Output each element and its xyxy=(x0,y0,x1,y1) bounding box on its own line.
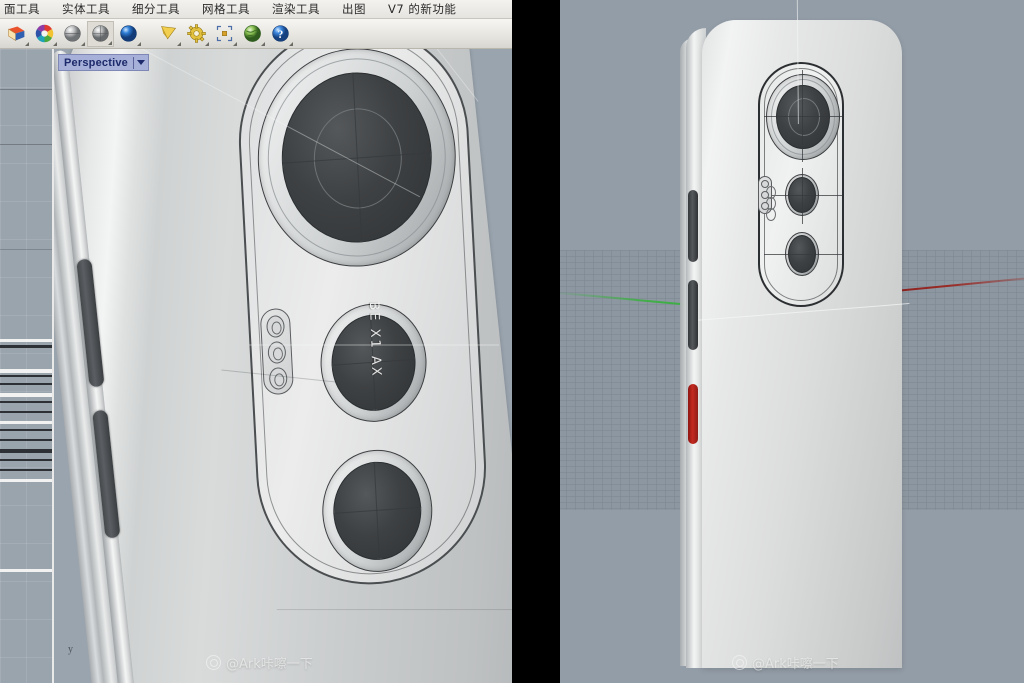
flyout-corner xyxy=(261,41,265,46)
camera-island xyxy=(233,49,492,593)
color-wheel-icon-button[interactable] xyxy=(31,21,58,47)
menu-item-surface-tools[interactable]: 面工具 xyxy=(2,1,51,18)
help-icon: ? xyxy=(272,25,289,42)
sensor-dot-1 xyxy=(265,314,286,339)
r-sensor-dot-strip xyxy=(758,176,776,221)
flyout-corner xyxy=(233,41,237,46)
bounding-box-icon-button[interactable] xyxy=(211,21,238,47)
secondary-viewport[interactable] xyxy=(0,49,52,683)
engraved-brand-text: BE X1 AX xyxy=(365,301,384,378)
sensor-dot-strip xyxy=(259,307,295,396)
r-volume-up-button xyxy=(688,190,698,262)
camera-island-right xyxy=(758,62,844,307)
axis-marker-y: y xyxy=(68,644,73,655)
globe-icon xyxy=(244,25,261,42)
spotlight-icon-button[interactable] xyxy=(155,21,182,47)
render-icon-button[interactable] xyxy=(3,21,30,47)
r-lens-crosshair-h-2 xyxy=(764,195,842,196)
menu-item-v7-new-features[interactable]: V7 的新功能 xyxy=(377,1,467,18)
rhino-application-window: 面工具 实体工具 细分工具 网格工具 渲染工具 出图 V7 的新功能 ? Per… xyxy=(0,0,512,683)
menu-bar: 面工具 实体工具 细分工具 网格工具 渲染工具 出图 V7 的新功能 xyxy=(0,0,512,19)
sphere-gray-2-icon-button[interactable] xyxy=(87,20,114,47)
sphere-blue-icon-button[interactable] xyxy=(115,21,142,47)
menu-item-render-tools[interactable]: 渲染工具 xyxy=(261,1,331,18)
r-volume-down-button xyxy=(688,280,698,350)
flyout-corner xyxy=(81,41,85,46)
gear-icon xyxy=(187,24,206,43)
gear-icon-button[interactable] xyxy=(183,21,210,47)
r-lens-crosshair-v-2 xyxy=(802,168,803,224)
sensor-dot-3 xyxy=(268,366,288,391)
render-icon xyxy=(8,26,25,41)
phone-back-panel: BE X1 AX xyxy=(65,49,512,683)
r-lens-crosshair-h-3 xyxy=(764,254,842,255)
toolbar: ? xyxy=(0,19,512,49)
r-lens-crosshair-h-1 xyxy=(764,116,842,117)
flyout-corner xyxy=(289,41,293,46)
perspective-viewport[interactable]: Perspective BE X1 AX y @Ark咔嚓一下 xyxy=(52,49,512,683)
phone-model-right xyxy=(678,0,928,672)
flyout-corner xyxy=(108,40,112,45)
phone-model-left: BE X1 AX xyxy=(54,49,512,683)
r-sensor-dot-1 xyxy=(761,180,776,199)
phone-right-back-panel xyxy=(694,0,910,668)
color-wheel-icon xyxy=(35,24,54,43)
help-icon-button[interactable]: ? xyxy=(267,21,294,47)
r-lens-crosshair-v-1 xyxy=(802,70,803,162)
viewport-title-bar[interactable]: Perspective xyxy=(58,54,149,71)
sphere-gray-icon xyxy=(64,25,81,42)
viewport-title-separator xyxy=(132,56,134,69)
render-viewport[interactable]: @Ark咔嚓一下 xyxy=(560,0,1024,683)
menu-item-subd-tools[interactable]: 细分工具 xyxy=(121,1,191,18)
flyout-corner xyxy=(137,41,141,46)
construction-wire-1 xyxy=(249,344,500,346)
flyout-corner xyxy=(25,41,29,46)
sphere-blue-icon xyxy=(120,25,137,42)
screenshot-root: 面工具 实体工具 细分工具 网格工具 渲染工具 出图 V7 的新功能 ? Per… xyxy=(0,0,1024,683)
r-sensor-dot-2 xyxy=(761,191,776,210)
menu-item-mesh-tools[interactable]: 网格工具 xyxy=(191,1,261,18)
spotlight-icon xyxy=(160,26,177,40)
r-camera-aperture-1 xyxy=(788,98,820,136)
r-power-button xyxy=(688,384,698,444)
viewport-name-label: Perspective xyxy=(64,56,128,69)
flyout-corner xyxy=(177,41,181,46)
globe-icon-button[interactable] xyxy=(239,21,266,47)
menu-item-drafting[interactable]: 出图 xyxy=(331,1,377,18)
letterbox-gutter xyxy=(512,0,560,683)
menu-item-solid-tools[interactable]: 实体工具 xyxy=(51,1,121,18)
chevron-down-icon[interactable] xyxy=(136,60,145,65)
flyout-corner xyxy=(205,41,209,46)
sphere-gray-icon-button[interactable] xyxy=(59,21,86,47)
r-sensor-dot-3 xyxy=(761,202,776,221)
svg-text:?: ? xyxy=(278,29,284,41)
flyout-corner xyxy=(53,41,57,46)
construction-wire-5 xyxy=(276,609,512,611)
bounding-box-icon xyxy=(216,25,233,42)
